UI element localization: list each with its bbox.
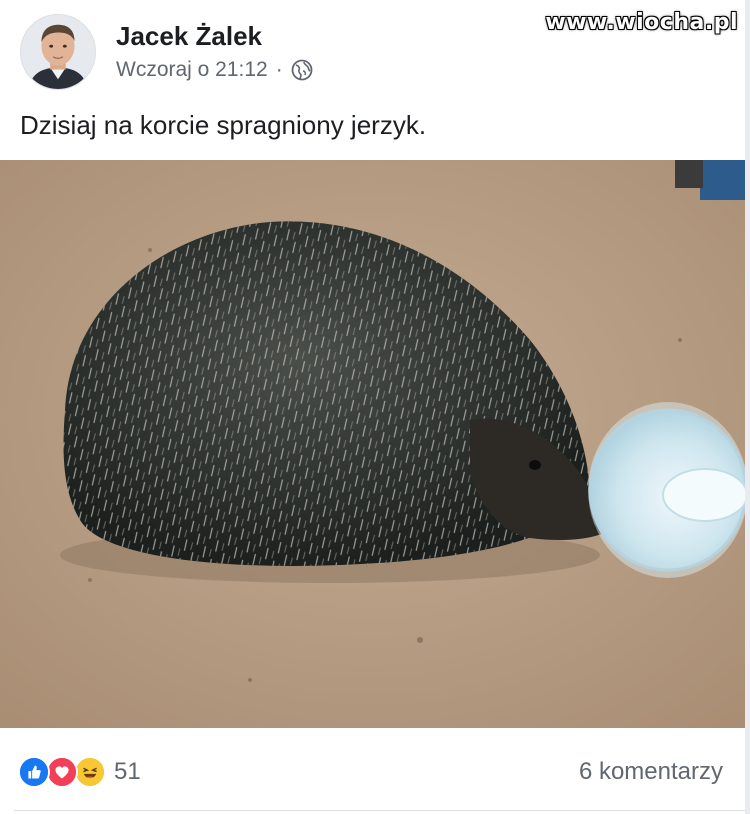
reactions-summary[interactable]: 51	[18, 756, 141, 788]
footer-divider	[14, 810, 745, 811]
avatar-portrait-image	[21, 15, 95, 89]
globe-icon[interactable]	[291, 59, 313, 81]
comments-link[interactable]: 6 komentarzy	[579, 756, 723, 788]
post-text: Dzisiaj na korcie spragniony jerzyk.	[20, 110, 427, 140]
post-timestamp[interactable]: Wczoraj o 21:12	[116, 56, 268, 84]
facebook-post: Jacek Żalek Wczoraj o 21:12 · Dzisiaj na…	[0, 0, 745, 814]
post-footer: 51 6 komentarzy	[0, 730, 745, 811]
post-timeline: Wczoraj o 21:12 ·	[116, 56, 313, 84]
hedgehog-photo-image	[0, 160, 745, 728]
reaction-count[interactable]: 51	[114, 758, 141, 786]
haha-icon	[74, 756, 106, 788]
post-header: Jacek Żalek Wczoraj o 21:12 ·	[20, 10, 313, 94]
love-icon	[46, 756, 78, 788]
page-edge	[745, 0, 750, 814]
meta-separator: ·	[275, 58, 283, 81]
like-icon	[18, 756, 50, 788]
site-watermark: www.wiocha.pl	[545, 10, 738, 35]
author-name[interactable]: Jacek Żalek	[116, 20, 313, 52]
avatar[interactable]	[20, 14, 96, 90]
post-meta: Jacek Żalek Wczoraj o 21:12 ·	[116, 20, 313, 84]
post-photo[interactable]	[0, 160, 745, 728]
